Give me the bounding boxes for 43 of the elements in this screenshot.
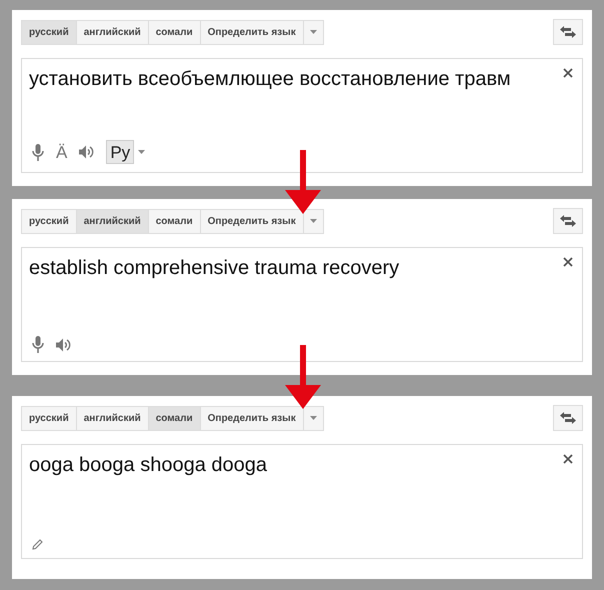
swap-languages-button[interactable] xyxy=(553,208,583,234)
language-tab[interactable]: английский xyxy=(76,20,149,44)
down-arrow xyxy=(285,345,321,409)
language-dropdown[interactable] xyxy=(302,208,324,234)
caret-icon xyxy=(310,219,317,223)
swap-icon xyxy=(560,26,576,38)
microphone-icon[interactable] xyxy=(32,336,44,353)
character-button[interactable]: Ä xyxy=(56,144,68,160)
language-tab[interactable]: английский xyxy=(76,208,149,234)
speaker-icon[interactable] xyxy=(56,338,71,352)
close-icon[interactable] xyxy=(563,454,573,464)
language-tab[interactable]: русский xyxy=(21,20,77,44)
speaker-icon[interactable] xyxy=(79,145,94,159)
text-area[interactable]: ooga booga shooga dooga xyxy=(21,444,583,559)
text-area[interactable]: установить всеобъемлющее восстановление травм Ä Ру xyxy=(21,58,583,173)
close-icon[interactable] xyxy=(563,68,573,78)
language-dropdown[interactable] xyxy=(302,406,324,430)
swap-languages-button[interactable] xyxy=(553,19,583,45)
text-area[interactable]: establish comprehensive trauma recovery xyxy=(21,247,583,362)
source-text: establish comprehensive trauma recovery xyxy=(29,256,400,281)
language-dropdown[interactable] xyxy=(302,20,324,44)
input-tool-button[interactable]: Ру xyxy=(106,140,134,164)
pencil-icon[interactable] xyxy=(32,539,43,550)
caret-icon[interactable] xyxy=(138,150,146,154)
language-tab[interactable]: русский xyxy=(21,208,77,234)
language-tab[interactable]: сомали xyxy=(148,20,201,44)
language-tab[interactable]: Определить язык xyxy=(200,406,304,430)
swap-languages-button[interactable] xyxy=(553,405,583,431)
source-text: ooga booga shooga dooga xyxy=(29,453,268,478)
caret-icon xyxy=(310,416,317,420)
language-tab[interactable]: Определить язык xyxy=(200,208,304,234)
swap-icon xyxy=(560,412,576,424)
language-tab[interactable]: сомали xyxy=(148,406,201,430)
source-text: установить всеобъемлющее восстановление травм xyxy=(29,67,512,92)
swap-icon xyxy=(560,215,576,227)
down-arrow xyxy=(285,150,321,214)
language-tab[interactable]: сомали xyxy=(148,208,201,234)
close-icon[interactable] xyxy=(563,257,573,267)
language-tab[interactable]: английский xyxy=(76,406,149,430)
language-tab[interactable]: Определить язык xyxy=(200,20,304,44)
microphone-icon[interactable] xyxy=(32,144,44,160)
language-tab[interactable]: русский xyxy=(21,406,77,430)
caret-icon xyxy=(310,30,317,34)
